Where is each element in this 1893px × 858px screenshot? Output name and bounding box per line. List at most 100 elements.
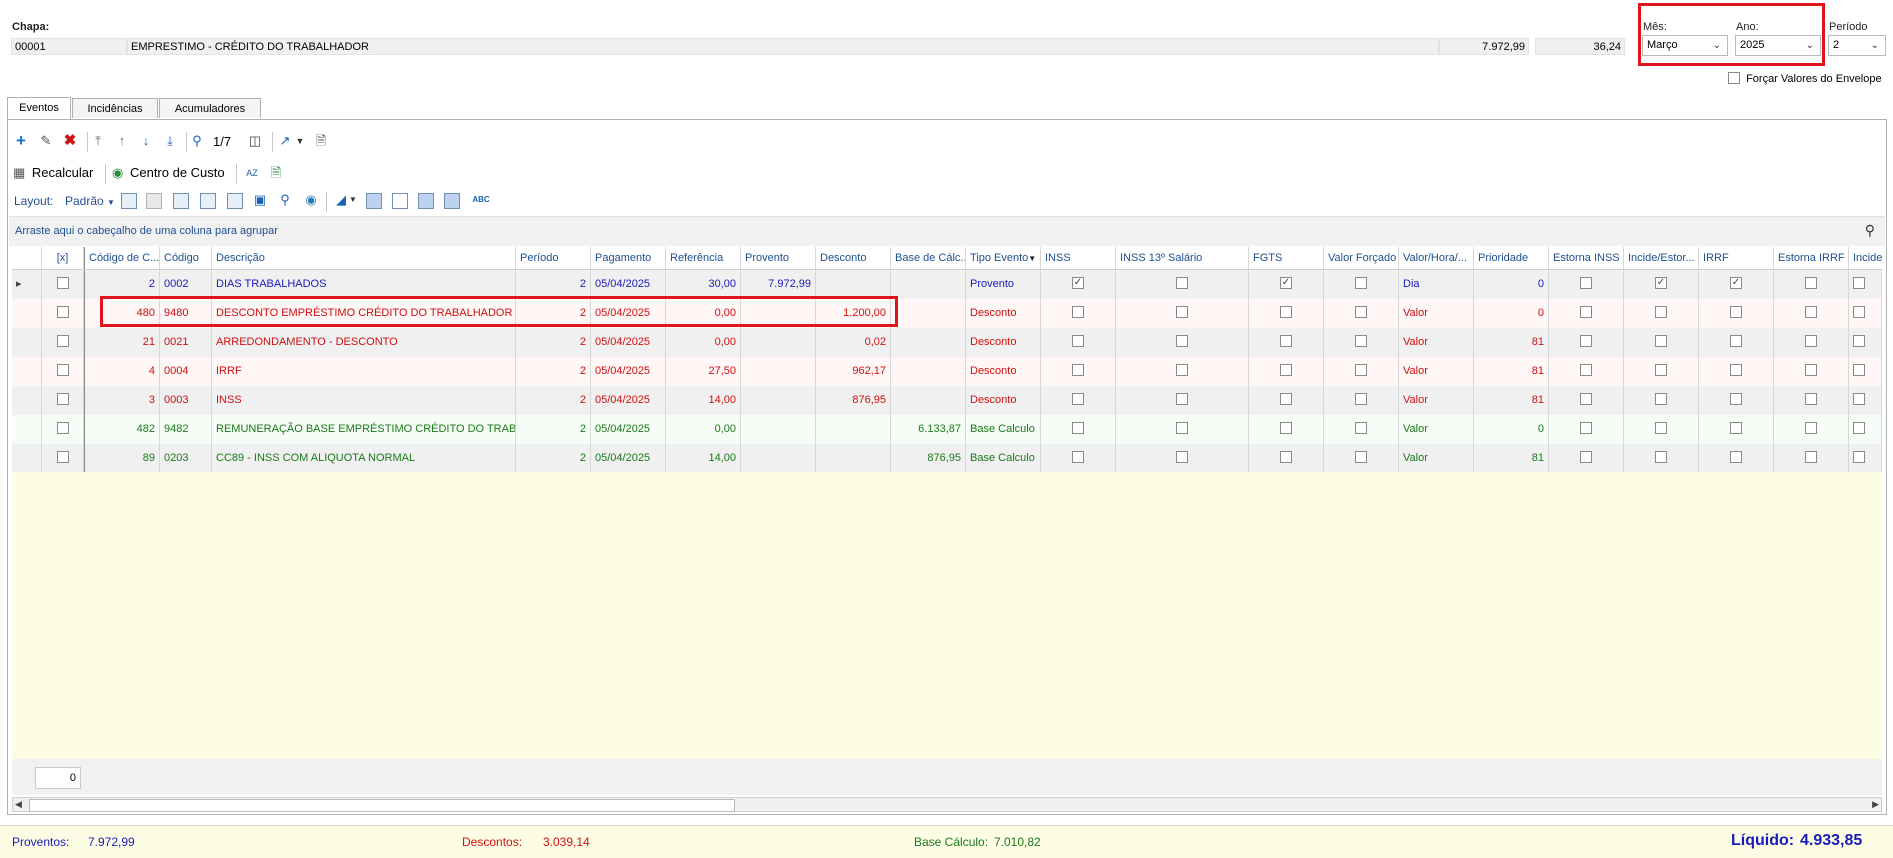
view-split-icon[interactable] [392, 193, 408, 209]
row-checkbox[interactable] [1580, 364, 1592, 377]
row-checkbox[interactable] [1580, 393, 1592, 406]
row-checkbox[interactable] [56, 451, 69, 464]
view-rows-icon[interactable] [444, 193, 460, 209]
row-checkbox[interactable] [1280, 393, 1292, 406]
table-row[interactable]: 480 9480 DESCONTO EMPRÉSTIMO CRÉDITO DO TR… [12, 299, 1882, 329]
row-checkbox[interactable] [1730, 335, 1742, 348]
row-checkbox[interactable] [1176, 306, 1188, 319]
row-checkbox[interactable] [1655, 335, 1667, 348]
header-pagamento[interactable]: Pagamento [591, 247, 666, 269]
scrollbar-thumb[interactable] [29, 799, 735, 812]
export-layout-icon[interactable] [227, 193, 243, 209]
move-down-icon[interactable]: ↓ [137, 133, 155, 151]
row-checkbox[interactable] [56, 277, 69, 290]
header-incide[interactable]: Incide/ [1849, 247, 1882, 269]
header-base[interactable]: Base de Cálc... [891, 247, 966, 269]
row-checkbox[interactable]: ✓ [1655, 277, 1667, 290]
spellcheck-icon[interactable]: ABC [470, 192, 492, 210]
row-checkbox[interactable] [1355, 335, 1367, 348]
row-checkbox[interactable] [1072, 306, 1084, 319]
header-periodo[interactable]: Período [516, 247, 591, 269]
pin-icon[interactable]: ⚲ [276, 192, 294, 210]
row-checkbox[interactable] [1853, 393, 1865, 406]
tab-acumuladores[interactable]: Acumuladores [159, 98, 261, 118]
row-checkbox[interactable] [1805, 277, 1817, 290]
row-checkbox[interactable] [1176, 393, 1188, 406]
row-checkbox[interactable] [1655, 422, 1667, 435]
view-footer-icon[interactable] [366, 193, 382, 209]
row-checkbox[interactable] [1280, 335, 1292, 348]
row-checkbox[interactable] [1280, 364, 1292, 377]
row-checkbox[interactable] [1072, 393, 1084, 406]
search-icon[interactable]: ⚲ [188, 133, 206, 151]
table-row[interactable]: ▸ 2 0002 DIAS TRABALHADOS 2 05/04/2025 30,00 7.… [12, 270, 1882, 300]
row-checkbox[interactable] [1072, 335, 1084, 348]
padrao-dropdown[interactable]: Padrão ▼ [65, 194, 115, 208]
mes-select[interactable]: Março ⌄ [1642, 35, 1728, 56]
export-icon[interactable]: ↗ [276, 133, 294, 151]
forcar-valores-checkbox[interactable]: Forçar Valores do Envelope [1728, 72, 1882, 85]
header-referencia[interactable]: Referência [666, 247, 741, 269]
chart-dropdown-icon[interactable]: ▼ [348, 192, 358, 210]
row-checkbox[interactable] [1655, 393, 1667, 406]
row-checkbox[interactable] [1176, 277, 1188, 290]
row-checkbox[interactable] [1730, 422, 1742, 435]
tab-incidencias[interactable]: Incidências [72, 98, 158, 118]
header-valor-hora-dia[interactable]: Valor/Hora/... [1399, 247, 1474, 269]
row-checkbox[interactable]: ✓ [1730, 277, 1742, 290]
row-checkbox[interactable] [56, 422, 69, 435]
periodo-select[interactable]: 2 ⌄ [1828, 35, 1886, 56]
row-checkbox[interactable] [1280, 451, 1292, 464]
row-checkbox[interactable] [56, 335, 69, 348]
row-checkbox[interactable] [1655, 306, 1667, 319]
document-icon[interactable]: 🗎 [312, 133, 330, 151]
header-descricao[interactable]: Descrição [212, 247, 516, 269]
add-icon[interactable]: + [12, 132, 30, 151]
row-checkbox[interactable] [1176, 451, 1188, 464]
header-inss13[interactable]: INSS 13º Salário [1116, 247, 1249, 269]
grid-search-icon[interactable]: ⚲ [1865, 222, 1875, 239]
row-checkbox[interactable] [1805, 393, 1817, 406]
table-row[interactable]: 21 0021 ARREDONDAMENTO - DESCONTO 2 05/04/20… [12, 328, 1882, 358]
scroll-left-icon[interactable]: ◀ [15, 798, 22, 811]
row-checkbox[interactable] [1805, 364, 1817, 377]
row-checkbox[interactable] [1355, 306, 1367, 319]
table-row[interactable]: 4 0004 IRRF 2 05/04/2025 27,50 962,17 Desconto V… [12, 357, 1882, 387]
view-header-icon[interactable] [418, 193, 434, 209]
table-row[interactable]: 482 9482 REMUNERAÇÃO BASE EMPRÉSTIMO CRÉDI… [12, 415, 1882, 445]
row-checkbox[interactable] [1176, 335, 1188, 348]
row-checkbox[interactable] [1072, 451, 1084, 464]
row-checkbox[interactable] [1580, 306, 1592, 319]
header-fgts[interactable]: FGTS [1249, 247, 1324, 269]
header-codigo-cc[interactable]: Código de C... [84, 247, 160, 269]
row-checkbox[interactable] [1730, 451, 1742, 464]
row-checkbox[interactable] [1280, 306, 1292, 319]
row-checkbox[interactable] [1853, 364, 1865, 377]
header-valor-forcado[interactable]: Valor Forçado [1324, 247, 1399, 269]
row-checkbox[interactable] [56, 364, 69, 377]
horizontal-scrollbar[interactable]: ◀ ▶ [12, 797, 1882, 812]
row-checkbox[interactable] [1355, 364, 1367, 377]
header-estorna-irrf[interactable]: Estorna IRRF [1774, 247, 1849, 269]
row-checkbox[interactable] [1580, 422, 1592, 435]
header-provento[interactable]: Provento [741, 247, 816, 269]
row-checkbox[interactable] [1853, 277, 1865, 290]
row-checkbox[interactable] [1730, 393, 1742, 406]
row-checkbox[interactable] [1655, 451, 1667, 464]
forcar-checkbox-box[interactable] [1728, 72, 1740, 85]
move-last-icon[interactable]: ⤓ [161, 133, 179, 151]
row-checkbox[interactable] [1072, 422, 1084, 435]
row-checkbox[interactable] [1805, 306, 1817, 319]
row-checkbox[interactable] [1176, 364, 1188, 377]
row-checkbox[interactable] [1730, 306, 1742, 319]
header-prioridade[interactable]: Prioridade [1474, 247, 1549, 269]
row-checkbox[interactable] [1655, 364, 1667, 377]
sort-az-icon[interactable]: AZ [243, 165, 261, 183]
table-row[interactable]: 89 0203 CC89 - INSS COM ALIQUOTA NORMAL 2 05… [12, 444, 1882, 474]
row-checkbox[interactable] [1805, 451, 1817, 464]
row-checkbox[interactable]: ✓ [1072, 277, 1084, 290]
header-irrf[interactable]: IRRF [1699, 247, 1774, 269]
row-checkbox[interactable] [1853, 451, 1865, 464]
row-checkbox[interactable]: ✓ [1280, 277, 1292, 290]
row-checkbox[interactable] [1853, 335, 1865, 348]
